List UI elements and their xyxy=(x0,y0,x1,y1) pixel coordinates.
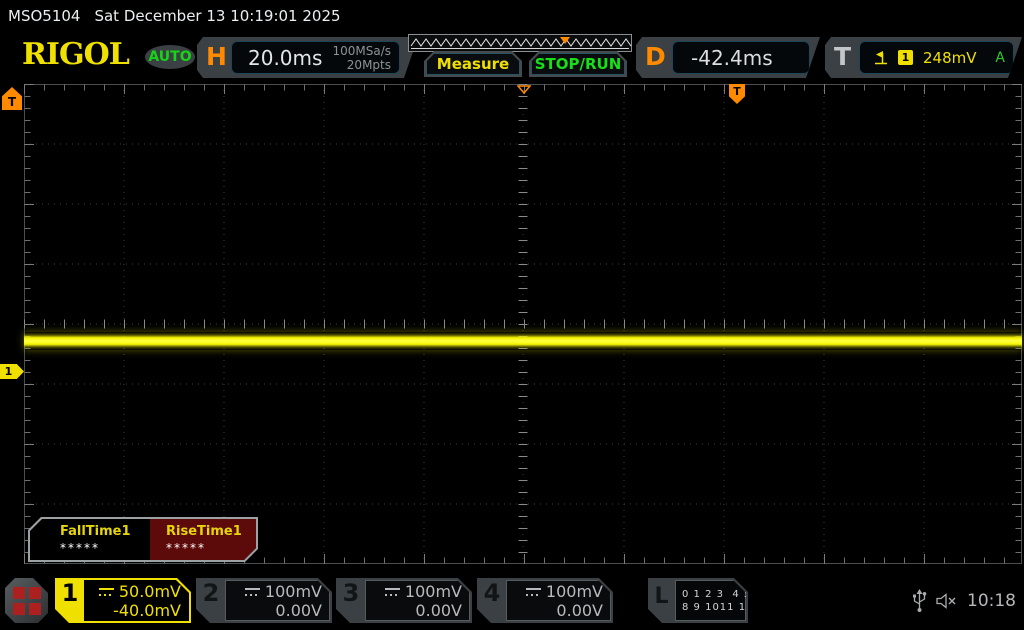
graticule: T T 1 FallTime1 ***** RiseTime1 ***** xyxy=(0,84,1022,564)
channel-number: 2 xyxy=(202,579,220,607)
stop-run-button-label: STOP/RUN xyxy=(531,53,625,75)
measurement-box-inner: FallTime1 ***** RiseTime1 ***** xyxy=(30,519,256,560)
rigol-logo: RIGOL xyxy=(22,37,130,72)
delay-panel[interactable]: D -42.4ms xyxy=(636,37,820,78)
channel-offset: 0.00V xyxy=(275,600,322,620)
channel1-position-marker[interactable]: 1 xyxy=(0,364,24,379)
measurement-item-falltime[interactable]: FallTime1 ***** xyxy=(30,519,150,560)
bottom-channel-bar: 1 50.0mV -40.0mV 2 100mV 0.00V 3 100mV 0… xyxy=(0,575,1024,630)
acquisition-info: 100MSa/s 20Mpts xyxy=(332,44,391,72)
logic-channel-list: 0 1 2 3 4 5 6 7 8 9 1011 12131415 xyxy=(675,580,746,621)
measurement-name: RiseTime1 xyxy=(166,524,242,539)
trigger-sweep-mode: A xyxy=(995,49,1005,66)
measurement-name: FallTime1 xyxy=(60,524,131,539)
horizontal-values: 20.0ms 100MSa/s 20Mpts xyxy=(231,41,400,74)
edge-trigger-icon xyxy=(874,50,888,66)
measure-button[interactable]: Measure xyxy=(424,51,522,77)
delay-values: -42.4ms xyxy=(672,41,810,74)
channel-offset: 0.00V xyxy=(556,600,603,620)
trigger-values: 1 248mV A xyxy=(859,41,1014,74)
channel-scale: 100mV xyxy=(545,581,603,601)
measure-button-label: Measure xyxy=(426,53,520,75)
horizontal-panel[interactable]: H 20.0ms 100MSa/s 20Mpts xyxy=(197,37,418,78)
measurement-box: FallTime1 ***** RiseTime1 ***** xyxy=(28,517,258,562)
logic-row-1: 0 1 2 3 4 5 6 7 xyxy=(682,588,775,600)
measurement-value: ***** xyxy=(166,541,206,555)
logic-channels-tab[interactable]: L 0 1 2 3 4 5 6 7 8 9 1011 12131415 xyxy=(648,578,748,623)
sample-rate: 100MSa/s xyxy=(332,43,391,58)
channel-scale: 50.0mV xyxy=(118,581,181,601)
usb-icon xyxy=(913,588,927,612)
delay-value: -42.4ms xyxy=(691,45,773,70)
dc-coupling-icon xyxy=(99,588,114,596)
top-status-bar: MSO5104 Sat December 13 10:19:01 2025 xyxy=(8,4,341,28)
channel-tab-4[interactable]: 4 100mV 0.00V xyxy=(477,578,613,623)
timebase-value: 20.0ms xyxy=(248,45,323,70)
channel-tab-1[interactable]: 1 50.0mV -40.0mV xyxy=(55,578,191,623)
trigger-label: T xyxy=(834,42,852,71)
channel-values: 50.0mV -40.0mV xyxy=(84,580,189,621)
channel-tab-2[interactable]: 2 100mV 0.00V xyxy=(196,578,332,623)
trigger-panel[interactable]: T 1 248mV A xyxy=(825,37,1022,78)
measurement-item-risetime[interactable]: RiseTime1 ***** xyxy=(150,519,256,560)
trigger-source-badge: 1 xyxy=(898,50,913,65)
channel-scale: 100mV xyxy=(264,581,322,601)
header-bar: RIGOL AUTO H 20.0ms 100MSa/s 20Mpts Meas… xyxy=(0,30,1024,80)
channel-number: 1 xyxy=(61,579,79,607)
oscilloscope-screen: MSO5104 Sat December 13 10:19:01 2025 RI… xyxy=(0,0,1024,630)
channel1-trace xyxy=(24,332,1022,350)
dc-coupling-icon xyxy=(526,588,541,596)
delay-reference-icon xyxy=(517,85,531,94)
memory-depth: 20Mpts xyxy=(346,57,391,72)
delay-label: D xyxy=(645,42,666,71)
waveform-preview[interactable] xyxy=(408,34,632,52)
horizontal-label: H xyxy=(206,42,227,71)
measurement-value: ***** xyxy=(60,541,100,555)
trigger-level-value: 248mV xyxy=(923,48,977,67)
channel-number: 3 xyxy=(342,579,360,607)
datetime-label: Sat December 13 10:19:01 2025 xyxy=(94,7,341,25)
channel-number: 4 xyxy=(483,579,501,607)
clock-label: 10:18 xyxy=(967,590,1016,611)
speaker-mute-icon xyxy=(936,592,956,609)
dc-coupling-icon xyxy=(245,588,260,596)
channel-offset: -40.0mV xyxy=(113,600,181,620)
stop-run-button[interactable]: STOP/RUN xyxy=(529,51,627,77)
channel-values: 100mV 0.00V xyxy=(225,580,330,621)
channel-offset: 0.00V xyxy=(415,600,462,620)
channel-values: 100mV 0.00V xyxy=(365,580,470,621)
channel-tab-3[interactable]: 3 100mV 0.00V xyxy=(336,578,472,623)
graticule-grid xyxy=(24,84,1022,564)
menu-button[interactable] xyxy=(5,578,48,623)
dc-coupling-icon xyxy=(385,588,400,596)
logic-row-2: 8 9 1011 12131415 xyxy=(682,601,798,613)
waveform-preview-graphic xyxy=(408,34,632,52)
channel-values: 100mV 0.00V xyxy=(506,580,611,621)
status-icons: 10:18 xyxy=(912,578,1016,623)
menu-grid-icon xyxy=(13,587,41,615)
logic-label: L xyxy=(654,584,669,609)
channel-scale: 100mV xyxy=(404,581,462,601)
model-label: MSO5104 xyxy=(8,7,81,25)
trigger-level-marker[interactable]: T xyxy=(2,87,22,110)
trigger-status-badge: AUTO xyxy=(145,45,195,69)
